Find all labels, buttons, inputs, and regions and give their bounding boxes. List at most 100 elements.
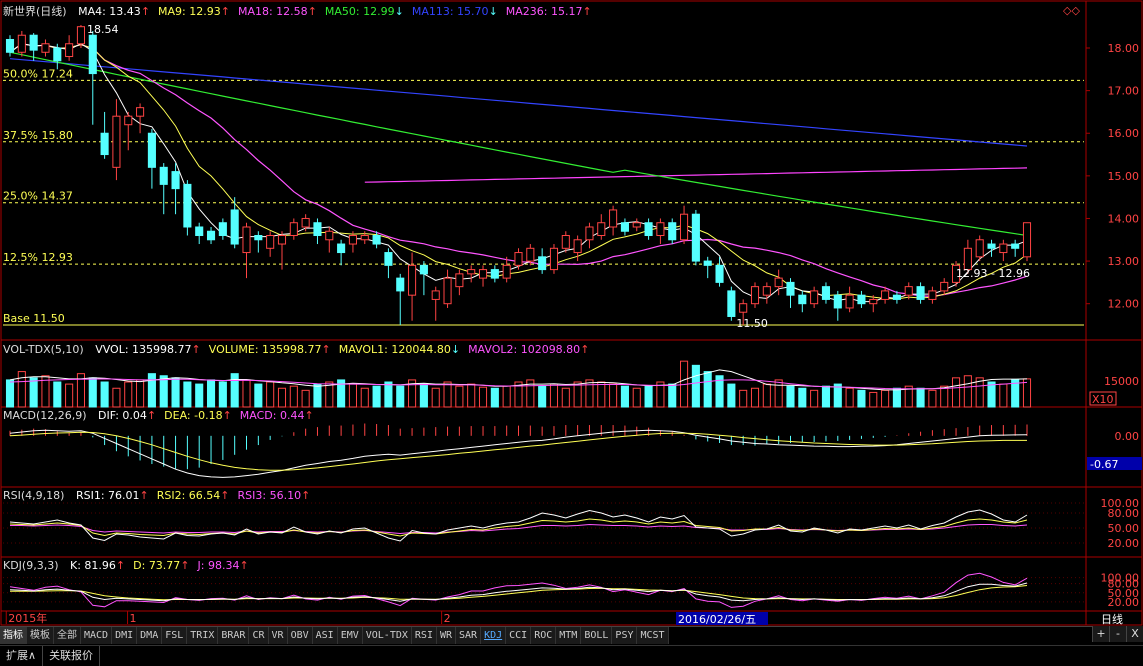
volume-bar[interactable] — [230, 373, 239, 408]
volume-bar[interactable] — [821, 385, 831, 408]
candle[interactable] — [561, 235, 570, 249]
indicator-tab-cci[interactable]: CCI — [506, 627, 532, 644]
candle[interactable] — [821, 286, 831, 300]
volume-bar[interactable] — [691, 364, 700, 408]
candle[interactable] — [691, 213, 700, 262]
volume-bar[interactable] — [100, 381, 109, 408]
volume-bar[interactable] — [313, 383, 322, 408]
volume-bar[interactable] — [786, 385, 795, 408]
close-button[interactable]: X — [1126, 626, 1143, 642]
candle[interactable] — [76, 26, 86, 45]
related-quotes-tab[interactable]: 关联报价 — [43, 646, 101, 666]
indicator-tab-brar[interactable]: BRAR — [218, 627, 250, 644]
candle[interactable] — [348, 235, 357, 245]
zoom-in-button[interactable]: + — [1092, 626, 1109, 642]
volume-bar[interactable] — [869, 391, 878, 408]
volume-bar[interactable] — [65, 383, 74, 408]
candle[interactable] — [384, 252, 393, 266]
volume-bar[interactable] — [348, 383, 357, 408]
candle[interactable] — [526, 247, 535, 262]
candle[interactable] — [904, 286, 913, 296]
indicator-tab-dmi[interactable]: DMI — [112, 627, 138, 644]
volume-bar[interactable] — [798, 387, 807, 408]
candle[interactable] — [65, 43, 74, 58]
candle[interactable] — [88, 34, 97, 75]
indicator-tab-boll[interactable]: BOLL — [581, 627, 613, 644]
volume-bar[interactable] — [597, 381, 606, 408]
candle[interactable] — [644, 222, 653, 237]
volume-bar[interactable] — [443, 381, 452, 408]
indicator-tab-dma[interactable]: DMA — [137, 627, 163, 644]
candle[interactable] — [1022, 222, 1032, 258]
indicator-tab-vr[interactable]: VR — [268, 627, 288, 644]
candle[interactable] — [727, 290, 736, 317]
candle[interactable] — [443, 277, 452, 305]
candle[interactable] — [124, 115, 133, 126]
candle[interactable] — [408, 264, 417, 296]
volume-bar[interactable] — [360, 387, 369, 408]
volume-bar[interactable] — [502, 385, 511, 408]
volume-bar[interactable] — [987, 381, 996, 408]
candle[interactable] — [171, 171, 180, 190]
candle[interactable] — [195, 226, 204, 237]
candle[interactable] — [538, 256, 547, 271]
volume-bar[interactable] — [750, 387, 760, 408]
candle[interactable] — [431, 290, 440, 300]
candle[interactable] — [786, 281, 795, 296]
indicator-tab-psy[interactable]: PSY — [612, 627, 638, 644]
candle[interactable] — [750, 286, 760, 305]
candle[interactable] — [100, 132, 109, 156]
volume-bar[interactable] — [242, 379, 251, 408]
volume-bar[interactable] — [1022, 378, 1032, 408]
candle[interactable] — [29, 34, 38, 51]
indicator-tab-模板[interactable]: 模板 — [27, 627, 54, 644]
indicator-tab-wr[interactable]: WR — [436, 627, 457, 644]
chart-canvas[interactable]: 18.00 17.00 16.00 15.00 14.00 13.00 12.00 50.0%… — [0, 0, 1143, 626]
volume-bar[interactable] — [124, 381, 133, 408]
candle[interactable] — [17, 34, 26, 53]
volume-bar[interactable] — [881, 389, 890, 408]
volume-bar[interactable] — [585, 379, 594, 408]
candle[interactable] — [301, 217, 310, 228]
candle[interactable] — [810, 290, 819, 305]
candle[interactable] — [585, 226, 594, 241]
volume-bar[interactable] — [928, 389, 937, 408]
volume-bar[interactable] — [620, 385, 629, 408]
volume-bar[interactable] — [301, 389, 310, 408]
candle[interactable] — [419, 264, 428, 275]
indicator-tab-mcst[interactable]: MCST — [637, 627, 669, 644]
volume-bar[interactable] — [1011, 379, 1020, 408]
candle[interactable] — [455, 273, 464, 288]
volume-bar[interactable] — [490, 387, 499, 408]
candle[interactable] — [325, 230, 334, 241]
volume-bar[interactable] — [112, 387, 121, 408]
volume-bar[interactable] — [384, 381, 393, 408]
candle[interactable] — [490, 269, 499, 279]
corner-diamond-icon[interactable]: ◇◇ — [1063, 4, 1080, 18]
expand-tab[interactable]: 扩展∧ — [0, 646, 44, 666]
volume-bar[interactable] — [88, 377, 97, 408]
candle[interactable] — [372, 235, 381, 245]
indicator-tab-roc[interactable]: ROC — [531, 627, 557, 644]
indicator-tab-fsl[interactable]: FSL — [162, 627, 188, 644]
volume-bar[interactable] — [561, 387, 570, 408]
candle[interactable] — [762, 286, 771, 296]
candle[interactable] — [668, 222, 677, 241]
candle[interactable] — [833, 294, 842, 309]
volume-bar[interactable] — [53, 381, 62, 408]
candle[interactable] — [254, 235, 263, 241]
volume-bar[interactable] — [183, 381, 192, 408]
volume-bar[interactable] — [739, 389, 748, 408]
volume-bar[interactable] — [668, 383, 677, 408]
candle[interactable] — [798, 294, 807, 305]
candle[interactable] — [159, 166, 168, 185]
indicator-tab-macd[interactable]: MACD — [81, 627, 113, 644]
volume-bar[interactable] — [892, 387, 901, 408]
volume-bar[interactable] — [940, 385, 949, 408]
candle[interactable] — [313, 222, 322, 237]
candle[interactable] — [620, 222, 629, 232]
volume-bar[interactable] — [396, 385, 405, 408]
volume-bar[interactable] — [419, 383, 428, 408]
candle[interactable] — [857, 294, 866, 305]
candle[interactable] — [609, 209, 618, 228]
